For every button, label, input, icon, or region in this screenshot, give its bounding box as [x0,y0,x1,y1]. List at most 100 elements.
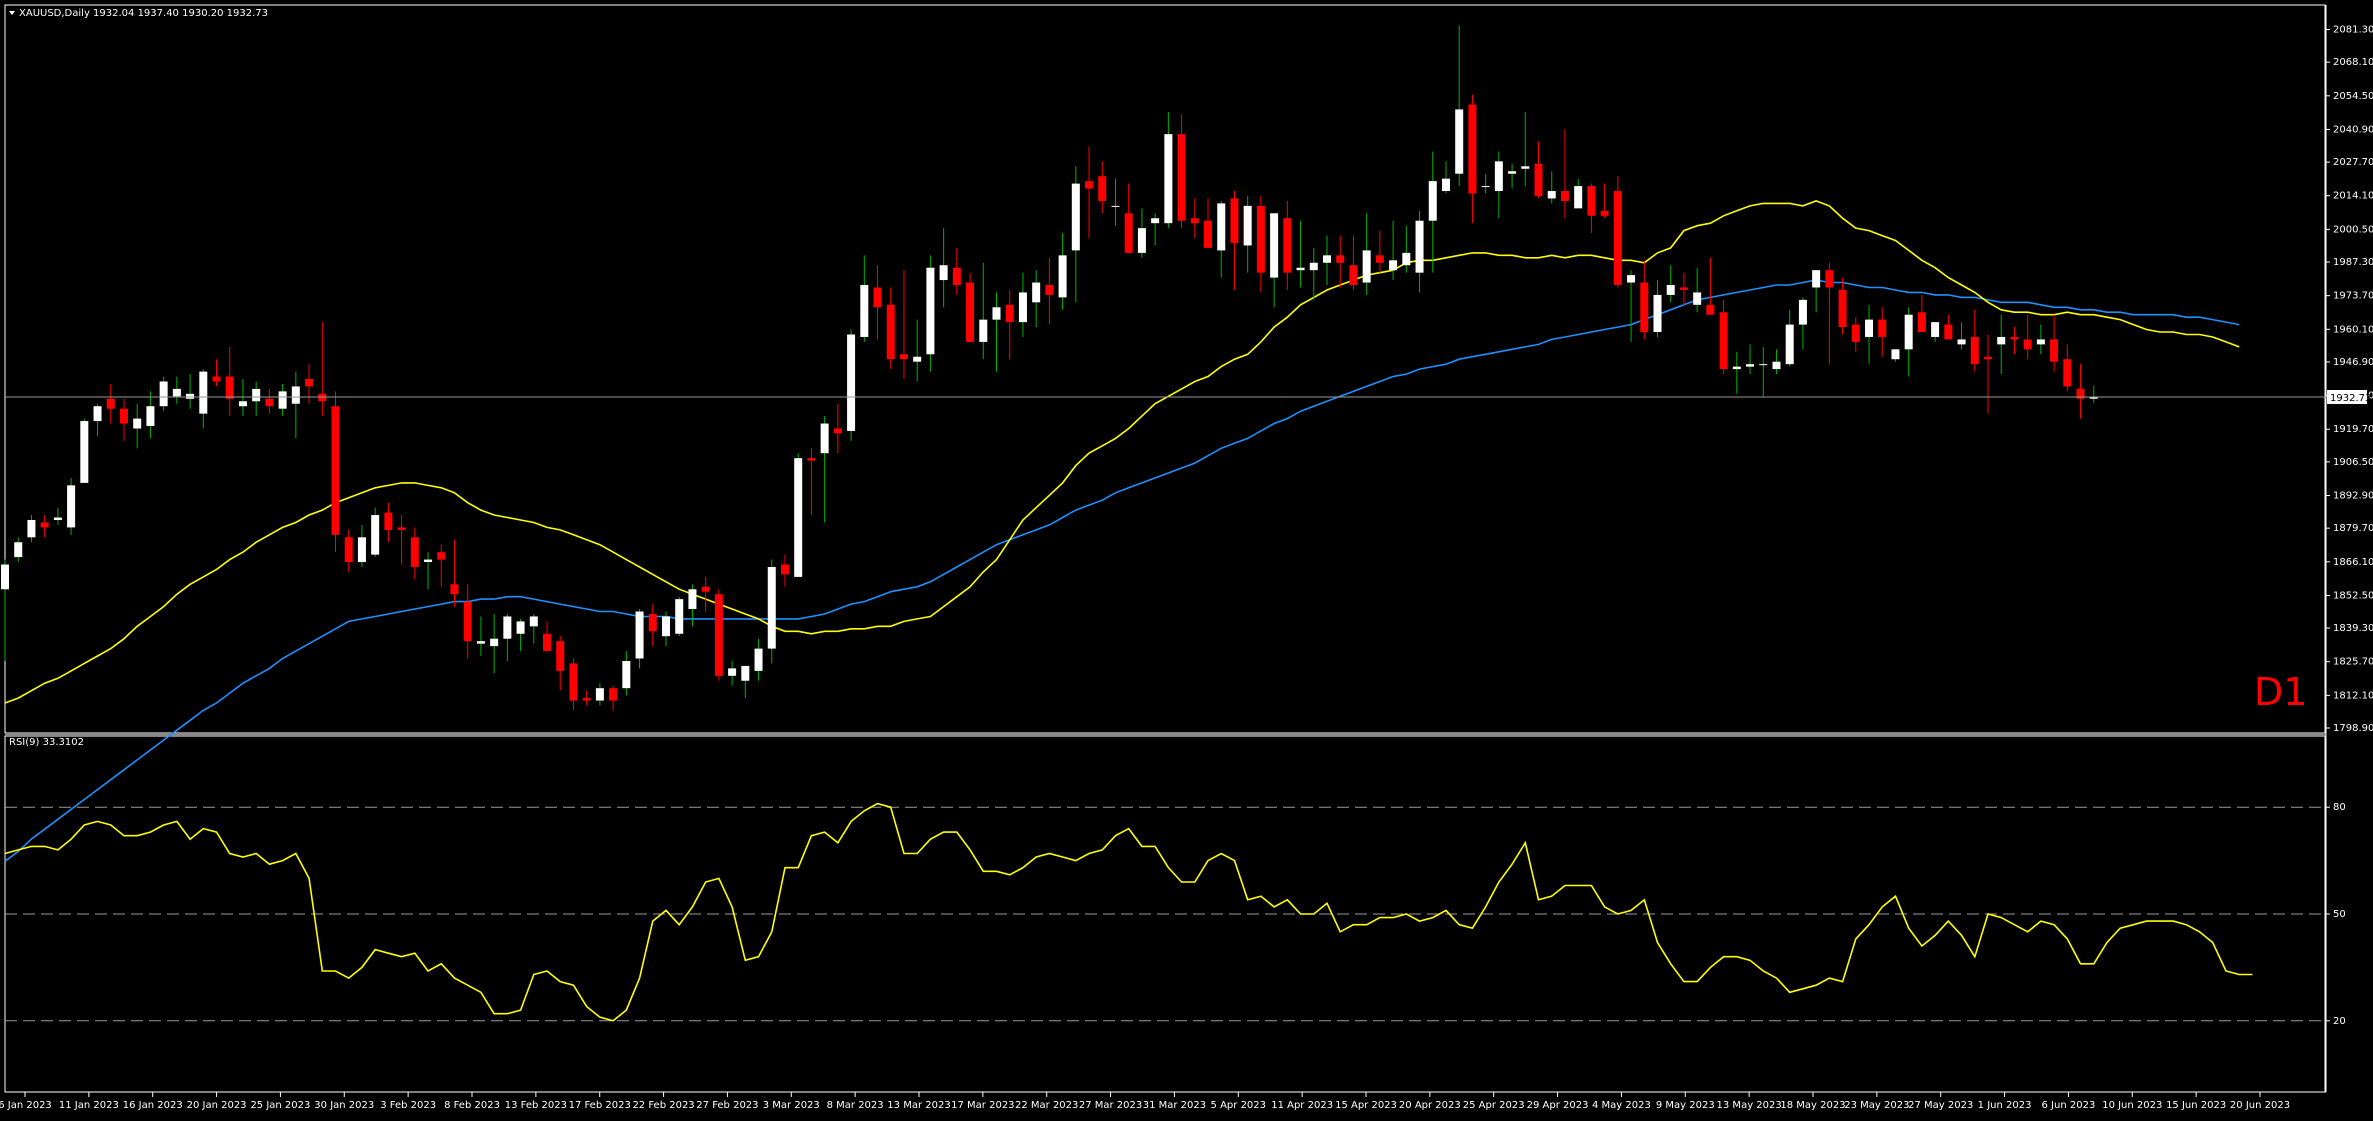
time-tick-label: 1 Jun 2023 [1978,1100,2032,1111]
time-tick-label: 27 Feb 2023 [696,1100,758,1111]
time-tick-label: 20 Jan 2023 [187,1100,247,1111]
candle-body [979,319,988,342]
price-tick-label: 1987.30 [2333,257,2373,268]
candle-body [1812,270,1821,288]
candle-body [1508,171,1517,174]
candle-body [1798,299,1807,325]
candle-body [1296,267,1305,271]
candle-body [1283,218,1292,273]
candle-body [2010,336,2019,340]
candle-body [701,586,710,592]
candle-body [1151,218,1160,224]
candle-body [53,517,62,520]
candle-body [384,512,393,530]
timeframe-badge: D1 [2254,670,2307,714]
candle-body [476,641,485,644]
candle-body [1085,181,1094,189]
candle-body [1071,183,1080,251]
candle-body [688,589,697,610]
candle-body [939,265,948,281]
price-tick-label: 1839.30 [2333,623,2373,634]
candle-body [1719,312,1728,370]
candle-body [1415,220,1424,273]
candle-body [2063,359,2072,387]
price-tick-label: 2027.70 [2333,157,2373,168]
price-tick-label: 2081.30 [2333,25,2373,36]
time-tick-label: 11 Jan 2023 [59,1100,119,1111]
candle-body [1336,255,1345,263]
price-tick-label: 2014.10 [2333,191,2373,202]
price-tick-label: 2000.50 [2333,224,2373,235]
current-price-line: 1932.73 [5,389,2371,404]
time-tick-label: 9 May 2023 [1656,1100,1715,1111]
candle-body [1018,292,1027,323]
price-tick-label: 2040.90 [2333,124,2373,135]
candle-body [1693,292,1702,305]
candle-body [754,648,763,671]
candle-body [1732,366,1741,370]
candle-body [14,542,23,558]
candle-body [331,406,340,535]
ma-slow-line [4,279,2240,862]
time-tick-label: 5 Apr 2023 [1211,1100,1266,1111]
time-tick-label: 4 May 2023 [1592,1100,1651,1111]
candle-body [1931,322,1940,337]
candle-body [516,621,525,634]
candle-body [2050,339,2059,362]
candle-body [106,398,115,409]
symbol-dropdown-icon[interactable] [9,11,15,15]
candle-body [80,421,89,483]
candle-body [1362,250,1371,283]
candle-body [133,418,142,429]
candle-body [886,304,895,360]
candle-body [1891,349,1900,360]
candle-body [780,564,789,575]
time-tick-label: 8 Mar 2023 [827,1100,884,1111]
candle-body [794,458,803,577]
time-tick-label: 10 Jun 2023 [2102,1100,2162,1111]
price-tick-label: 2068.10 [2333,57,2373,68]
price-tick-label: 1919.70 [2333,424,2373,435]
candle-body [1402,252,1411,266]
rsi-tick-label: 80 [2333,802,2346,813]
time-tick-label: 25 Apr 2023 [1463,1100,1525,1111]
candle-body [569,663,578,701]
rsi-tick-label: 20 [2333,1016,2346,1027]
rsi-levels: 80 50 20 [5,802,2346,1027]
chart-canvas[interactable]: 2081.30 2068.10 2054.50 2040.90 2027.70 2014.… [0,0,2373,1117]
candle-body [1746,364,1755,367]
candle-body [1323,255,1331,263]
time-tick-label: 31 Mar 2023 [1143,1100,1206,1111]
candle-body [556,641,565,671]
candle-body [490,638,499,647]
candle-body [622,660,631,689]
candle-body [1627,275,1636,283]
rsi-tick-label: 50 [2333,909,2346,920]
candle-body [291,386,300,404]
time-tick-label: 11 Apr 2023 [1271,1100,1333,1111]
candle-body [172,388,181,397]
candle-body [1137,228,1146,253]
candle-body [1375,255,1384,263]
candle-body [820,423,829,454]
time-tick-label: 3 Mar 2023 [763,1100,820,1111]
time-tick-label: 6 Jun 2023 [2042,1100,2096,1111]
time-tick-label: 16 Jan 2023 [123,1100,183,1111]
candle-body [410,537,419,567]
candle-body [1217,203,1226,251]
time-tick-label: 17 Feb 2023 [569,1100,631,1111]
time-tick-label: 20 Apr 2023 [1399,1100,1461,1111]
candle-body [1613,191,1622,286]
candle-body [1243,205,1252,246]
candle-body [662,616,670,637]
time-tick-label: 13 Feb 2023 [505,1100,567,1111]
candle-body [186,393,195,399]
candle-body [1560,191,1569,201]
candle-body [1164,134,1173,224]
ma-slow-layer [4,279,2240,862]
candle-body [424,559,433,563]
time-tick-label: 22 Feb 2023 [632,1100,694,1111]
candle-body [225,376,234,399]
candle-body [1917,312,1926,333]
candle-body [635,611,644,659]
